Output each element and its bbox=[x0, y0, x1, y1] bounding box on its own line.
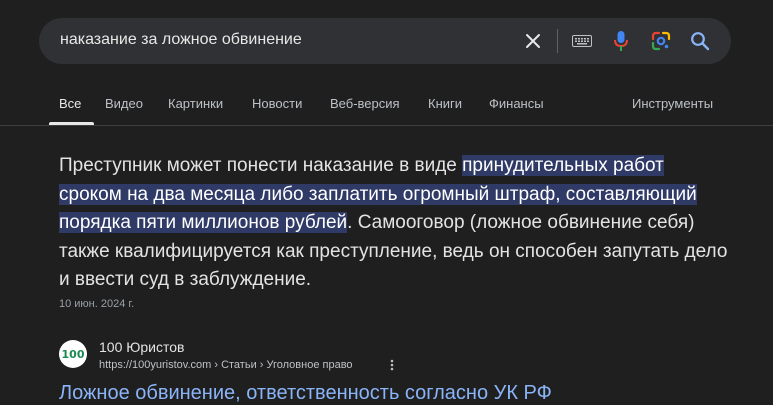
search-divider bbox=[557, 29, 558, 53]
tabs-divider bbox=[0, 125, 773, 126]
result-menu-button[interactable] bbox=[387, 358, 397, 372]
result-title-link[interactable]: Ложное обвинение, ответственность соглас… bbox=[59, 382, 552, 405]
voice-search-button[interactable] bbox=[609, 18, 633, 64]
search-tabs: Все Видео Картинки Новости Веб-версия Кн… bbox=[0, 84, 773, 126]
tab-books[interactable]: Книги bbox=[428, 96, 462, 111]
tab-all[interactable]: Все bbox=[59, 96, 81, 111]
keyboard-icon bbox=[572, 35, 592, 47]
search-bar[interactable]: наказание за ложное обвинение bbox=[39, 18, 731, 64]
result-site-name[interactable]: 100 Юристов bbox=[99, 339, 184, 355]
tab-web[interactable]: Веб-версия bbox=[330, 96, 400, 111]
snippet-date: 10 июн. 2024 г. bbox=[59, 298, 135, 310]
tab-images[interactable]: Картинки bbox=[168, 96, 223, 111]
keyboard-button[interactable] bbox=[569, 18, 595, 64]
search-button[interactable] bbox=[686, 18, 714, 64]
more-vertical-icon bbox=[390, 359, 394, 371]
featured-snippet: Преступник может понести наказание в вид… bbox=[59, 152, 729, 295]
lens-icon bbox=[651, 31, 671, 51]
favicon-text: 100 bbox=[62, 348, 85, 361]
lens-search-button[interactable] bbox=[648, 18, 674, 64]
tab-video[interactable]: Видео bbox=[105, 96, 143, 111]
tab-news[interactable]: Новости bbox=[252, 96, 302, 111]
site-favicon[interactable]: 100 bbox=[59, 340, 87, 368]
result-url[interactable]: https://100yuristov.com › Статьи › Уголо… bbox=[99, 359, 353, 371]
search-input[interactable]: наказание за ложное обвинение bbox=[60, 31, 302, 49]
close-icon bbox=[526, 34, 540, 48]
microphone-icon bbox=[614, 31, 628, 51]
tab-finance[interactable]: Финансы bbox=[489, 96, 544, 111]
search-icon bbox=[691, 32, 710, 51]
snippet-text-before: Преступник может понести наказание в вид… bbox=[59, 155, 463, 176]
100-logo-icon: 100 bbox=[62, 348, 85, 361]
tools-button[interactable]: Инструменты bbox=[632, 96, 713, 111]
clear-button[interactable] bbox=[517, 18, 549, 64]
